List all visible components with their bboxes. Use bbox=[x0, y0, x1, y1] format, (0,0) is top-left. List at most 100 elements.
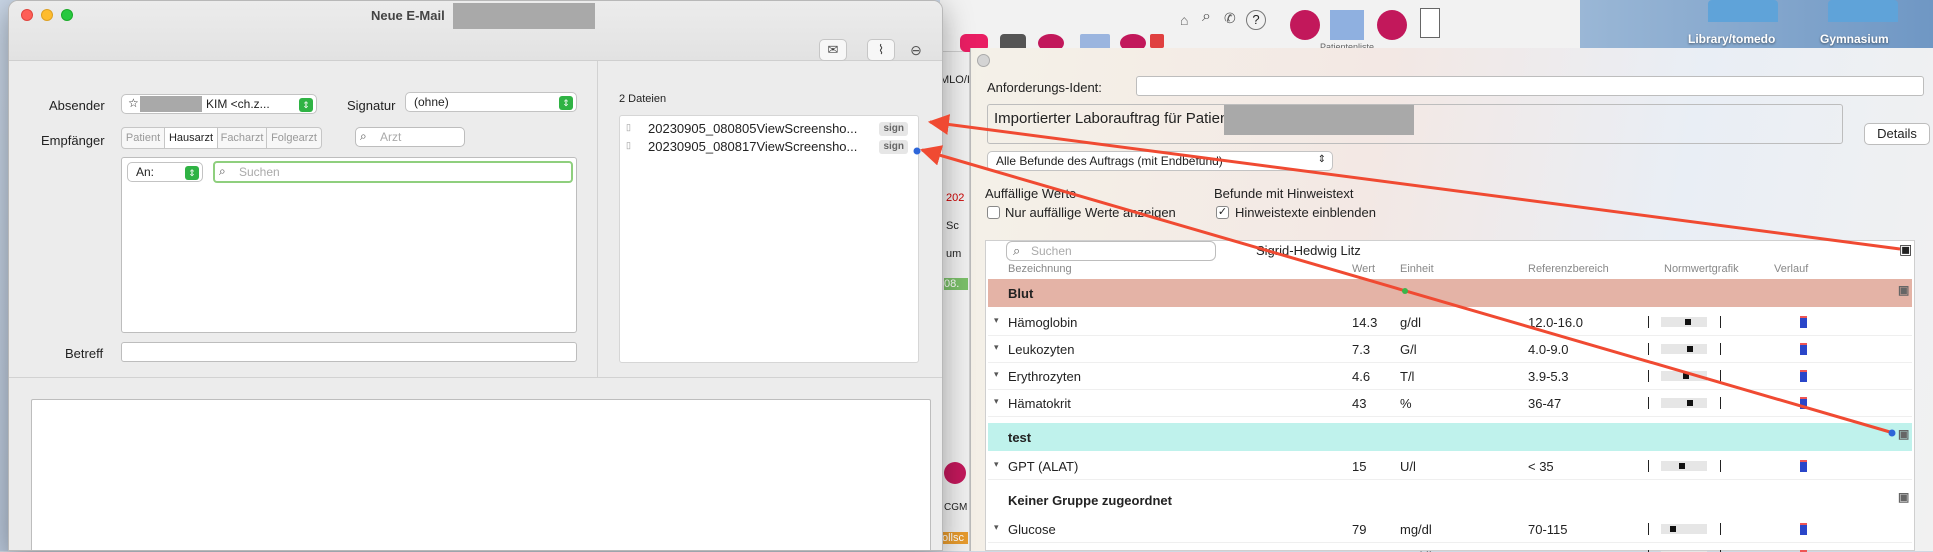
table-row[interactable]: ▾ Hämoglobin 14.3 g/dl 12.0-16.0 bbox=[988, 309, 1912, 336]
minimize-window-button[interactable] bbox=[41, 9, 53, 21]
send-icon[interactable]: ✉ bbox=[819, 39, 847, 61]
close-icon[interactable] bbox=[977, 54, 990, 67]
tab-hausarzt[interactable]: Hausarzt bbox=[164, 127, 218, 149]
test-unit: g/dl bbox=[1400, 315, 1421, 330]
disclosure-icon[interactable]: ▾ bbox=[994, 459, 999, 470]
app-icon[interactable] bbox=[1377, 10, 1407, 40]
norm-tick bbox=[1648, 523, 1649, 535]
test-unit: % bbox=[1400, 396, 1412, 411]
show-hints-label[interactable]: Hinweistexte einblenden bbox=[1235, 205, 1376, 220]
document-add-icon[interactable] bbox=[1420, 8, 1440, 38]
disclosure-icon[interactable]: ▾ bbox=[994, 369, 999, 380]
abnormal-heading: Auffällige Werte bbox=[985, 186, 1077, 201]
norm-graph bbox=[1661, 371, 1707, 381]
table-row[interactable]: ▾ Erythrozyten 4.6 T/l 3.9-5.3 bbox=[988, 363, 1912, 390]
norm-tick bbox=[1720, 460, 1721, 472]
ident-field[interactable] bbox=[1136, 76, 1924, 96]
disclosure-icon[interactable]: ▾ bbox=[994, 522, 999, 533]
result-search-field[interactable]: ⌕ Suchen bbox=[1006, 241, 1216, 261]
image-icon[interactable]: ▣ bbox=[1898, 283, 1909, 297]
test-value: 4.6 bbox=[1352, 369, 1371, 384]
disclosure-icon[interactable]: ▾ bbox=[994, 315, 999, 326]
abnormal-only-checkbox[interactable] bbox=[987, 206, 1000, 219]
tab-folgearzt[interactable]: Folgearzt bbox=[266, 127, 322, 149]
trend-icon[interactable] bbox=[1800, 316, 1807, 328]
folder-icon[interactable] bbox=[1708, 0, 1778, 22]
test-value: 7.3 bbox=[1352, 342, 1371, 357]
subject-input[interactable] bbox=[121, 342, 577, 362]
trend-icon[interactable] bbox=[1800, 370, 1807, 382]
home-icon[interactable]: ⌂ bbox=[1180, 12, 1188, 28]
table-row[interactable]: ▾ Leukozyten 7.3 G/l 4.0-9.0 bbox=[988, 336, 1912, 363]
sign-badge[interactable]: sign bbox=[879, 140, 908, 154]
test-unit: G/l bbox=[1400, 342, 1417, 357]
alert-icon[interactable] bbox=[1150, 34, 1164, 48]
image-icon[interactable]: ▣ bbox=[1898, 427, 1909, 441]
details-button[interactable]: Details bbox=[1864, 123, 1930, 145]
column-header-trend[interactable]: Verlauf bbox=[1774, 263, 1808, 275]
table-row[interactable]: ▾ GPT (ALAT) 15 U/l < 35 bbox=[988, 453, 1912, 480]
tab-patient[interactable]: Patient bbox=[121, 127, 165, 149]
group-header[interactable]: Keiner Gruppe zugeordnet ▣ bbox=[988, 486, 1912, 514]
app-icon[interactable] bbox=[944, 462, 966, 484]
trend-icon[interactable] bbox=[1800, 523, 1807, 535]
close-window-button[interactable] bbox=[21, 9, 33, 21]
disclosure-icon[interactable]: ▾ bbox=[994, 396, 999, 407]
recipient-type-select[interactable]: An: ⇕ bbox=[127, 162, 203, 182]
trend-icon[interactable] bbox=[1800, 397, 1807, 409]
sign-badge[interactable]: sign bbox=[879, 122, 908, 136]
search-icon: ⌕ bbox=[1013, 243, 1021, 258]
side-text: 202 bbox=[946, 192, 965, 204]
test-range: 3.9-5.3 bbox=[1528, 369, 1569, 384]
result-filter-select[interactable]: Alle Befunde des Auftrags (mit Endbefund… bbox=[987, 151, 1333, 171]
arzt-search-field[interactable]: ⌕ Arzt bbox=[355, 127, 465, 147]
desktop-folder-label[interactable]: Library/tomedo bbox=[1688, 32, 1775, 46]
image-icon[interactable]: ▣ bbox=[1899, 241, 1912, 258]
recipient-label: Empfänger bbox=[41, 133, 105, 148]
search-icon: ⌕ bbox=[360, 129, 367, 143]
image-icon[interactable]: ▣ bbox=[1898, 490, 1909, 504]
signature-select[interactable]: (ohne) ⇕ bbox=[405, 92, 577, 112]
group-name: test bbox=[1008, 430, 1032, 445]
attachment-item[interactable]: ▯ 20230905_080805ViewScreensho... sign bbox=[626, 120, 914, 138]
folder-icon[interactable] bbox=[1828, 0, 1898, 22]
trend-icon[interactable] bbox=[1800, 460, 1807, 472]
desktop-folder-label[interactable]: Gymnasium bbox=[1820, 32, 1889, 46]
column-header-range[interactable]: Referenzbereich bbox=[1528, 263, 1609, 275]
side-text: ollsc bbox=[942, 532, 968, 544]
divider bbox=[9, 377, 942, 378]
new-email-window: Neue E-Mail ✉ ⌇ ⊖ Absender ☆ KIM <ch.z..… bbox=[8, 0, 943, 551]
norm-marker bbox=[1679, 463, 1685, 469]
norm-tick bbox=[1720, 343, 1721, 355]
help-icon[interactable]: ? bbox=[1246, 10, 1266, 30]
trend-icon[interactable] bbox=[1800, 343, 1807, 355]
title-bar: Neue E-Mail ✉ ⌇ ⊖ bbox=[9, 1, 942, 61]
column-header-unit[interactable]: Einheit bbox=[1400, 263, 1434, 275]
window-title: Neue E-Mail bbox=[371, 8, 445, 23]
recipient-search-input[interactable]: ⌕ Suchen bbox=[213, 161, 573, 183]
attach-icon[interactable]: ⌇ bbox=[867, 39, 895, 61]
zoom-window-button[interactable] bbox=[61, 9, 73, 21]
side-text: CGM bbox=[944, 502, 968, 513]
phone-icon[interactable]: ✆ bbox=[1224, 10, 1236, 27]
message-body[interactable] bbox=[31, 399, 931, 550]
attachment-list[interactable]: ▯ 20230905_080805ViewScreensho... sign ▯… bbox=[619, 115, 919, 363]
app-icon[interactable] bbox=[1290, 10, 1320, 40]
table-row[interactable]: ▾ Hämatokrit 43% 36-47 bbox=[988, 390, 1912, 417]
disclosure-icon[interactable]: ▾ bbox=[994, 342, 999, 353]
search-icon[interactable]: ⌕ bbox=[1202, 8, 1211, 26]
tab-facharzt[interactable]: Facharzt bbox=[217, 127, 267, 149]
column-header-normgraph[interactable]: Normwertgrafik bbox=[1664, 263, 1739, 275]
group-header[interactable]: Blut ▣ bbox=[988, 279, 1912, 307]
table-row[interactable]: ▾ Glucose 79 mg/dl 70-115 bbox=[988, 516, 1912, 543]
column-header-value[interactable]: Wert bbox=[1352, 263, 1375, 275]
attachment-item[interactable]: ▯ 20230905_080817ViewScreensho... sign bbox=[626, 138, 914, 156]
show-hints-checkbox[interactable]: ✓ bbox=[1216, 206, 1229, 219]
abnormal-only-label[interactable]: Nur auffällige Werte anzeigen bbox=[1005, 205, 1176, 220]
app-icon[interactable] bbox=[1330, 10, 1364, 40]
sender-select[interactable]: ☆ KIM <ch.z... ⇕ bbox=[121, 94, 317, 114]
recipient-list[interactable] bbox=[121, 157, 577, 333]
column-header-name[interactable]: Bezeichnung bbox=[1008, 263, 1072, 275]
more-icon[interactable]: ⊖ bbox=[905, 39, 927, 61]
group-header[interactable]: test ▣ bbox=[988, 423, 1912, 451]
